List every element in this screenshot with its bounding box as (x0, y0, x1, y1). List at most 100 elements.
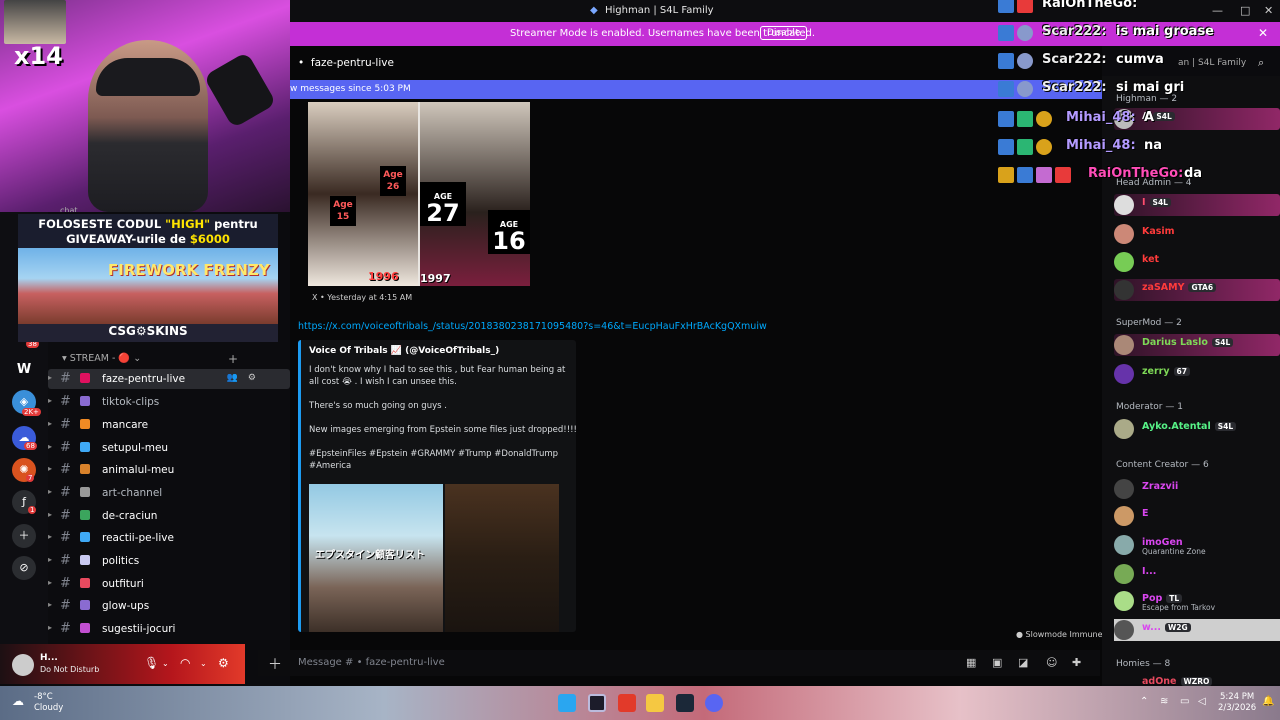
discover-icon[interactable]: ⊘ (12, 556, 36, 580)
overlay-user: Scar222: (1042, 80, 1107, 95)
steam-icon[interactable] (676, 694, 694, 712)
member-name: Darius Laslo S4L (1142, 337, 1234, 348)
settings-gear-icon[interactable]: ⚙ (218, 656, 229, 670)
notification-icon[interactable]: 🔔 (1262, 696, 1274, 707)
webcam-overlay: x14 chat (0, 0, 290, 212)
emoji-icon[interactable]: ☺ (1046, 656, 1057, 669)
streamer-avatar (4, 0, 66, 44)
overlay-message: cumva (1116, 52, 1164, 67)
wifi-icon[interactable]: ≋ (1160, 696, 1168, 707)
mic-chevron-icon[interactable]: ⌄ (162, 659, 169, 668)
member-item[interactable]: adOne WZRO (1114, 676, 1280, 686)
avatar (1114, 419, 1134, 439)
embed-image-1[interactable]: Age 15 Age 26 AGE 27 AGE 16 1996 1997 (308, 102, 530, 286)
new-messages-bar[interactable]: w messages since 5:03 PM (290, 80, 1120, 99)
channel-emoji-icon (80, 555, 90, 565)
channel-label: reactii-pe-live (102, 532, 174, 544)
headphones-icon[interactable]: ◠ (180, 656, 190, 670)
overlay-user: RaiOnTheGo: (1088, 166, 1184, 181)
avatar (1114, 479, 1134, 499)
member-item[interactable]: Ayko.Atental S4L (1114, 418, 1280, 440)
disable-streamer-mode-button[interactable]: Disable (760, 26, 808, 40)
attach-plus-icon[interactable]: ＋ (268, 654, 282, 674)
channel-item[interactable]: ▸ # art-channel (48, 483, 290, 503)
task-view-icon[interactable] (588, 694, 606, 712)
tray-chevron-icon[interactable]: ⌃ (1140, 696, 1148, 707)
clock-time: 5:24 PM (1219, 692, 1255, 702)
overlay-message: na (1144, 138, 1163, 153)
member-name: I S4L (1142, 197, 1171, 208)
member-item[interactable]: Kasim (1114, 223, 1280, 245)
clock[interactable]: 5:24 PM 2/3/2026 (1218, 692, 1256, 714)
member-status: Escape from Tarkov (1142, 603, 1216, 612)
member-item[interactable]: w... W2G (1114, 619, 1280, 641)
microphone-icon[interactable]: 🎙 (144, 656, 159, 670)
member-name: E (1142, 508, 1149, 519)
game-title: FIREWORK FRENZY (108, 261, 270, 279)
overlay-user: Mihai_48: (1066, 138, 1136, 153)
discord-icon[interactable] (705, 694, 723, 712)
channel-item[interactable]: ▸ # tiktok-clips (48, 392, 290, 412)
brave-browser-icon[interactable] (618, 694, 636, 712)
weather-temp: -8°C (34, 692, 53, 702)
channel-name: faze-pentru-live (310, 57, 394, 69)
invite-icon[interactable]: 👥 (227, 373, 238, 383)
member-item[interactable]: Darius Laslo S4L (1114, 334, 1280, 356)
server-icon-w[interactable]: W (12, 358, 36, 382)
overlay-chat-line: Scar222: is mai groase (998, 22, 1280, 44)
weather-condition: Cloudy (34, 703, 64, 713)
channel-item[interactable]: ▸ # mancare (48, 415, 290, 435)
image-caption: エプスタイン顧客リスト (315, 550, 425, 561)
promo-overlay: FOLOSESTE CODUL "HIGH" pentru GIVEAWAY-u… (18, 214, 278, 342)
message-composer[interactable]: ＋ Message # • faze-pentru-live ▦ ▣ ◪ ☺ ✚ (258, 650, 1100, 676)
channel-item[interactable]: ▸ # outfituri (48, 574, 290, 594)
channel-item[interactable]: ▸ # de-craciun (48, 506, 290, 526)
multiplier-badge: x14 (14, 42, 63, 70)
file-explorer-icon[interactable] (646, 694, 664, 712)
new-messages-text: w messages since 5:03 PM (290, 84, 411, 94)
settings-gear-icon[interactable]: ⚙ (248, 373, 256, 383)
channel-item[interactable]: ▸ # sugestii-jocuri (48, 619, 290, 639)
apps-icon[interactable]: ✚ (1072, 656, 1081, 669)
add-channel-icon[interactable]: + (228, 352, 238, 366)
avatar (1114, 280, 1134, 300)
headphones-chevron-icon[interactable]: ⌄ (200, 659, 207, 668)
channel-item[interactable]: ▸ # setupul-meu (48, 438, 290, 458)
member-item[interactable]: ket (1114, 251, 1280, 273)
embed-author[interactable]: Voice Of Tribals 📈 (@VoiceOfTribals_) (309, 346, 499, 356)
member-item[interactable]: zerry 67 (1114, 363, 1280, 385)
member-name: zerry 67 (1142, 366, 1190, 377)
overlay-chat-line: RaiOnTheGo: da (998, 164, 1280, 186)
volume-icon[interactable]: ◁ (1198, 696, 1206, 707)
user-status: Do Not Disturb (40, 665, 100, 674)
sticker-icon[interactable]: ◪ (1018, 656, 1028, 669)
add-server-icon[interactable]: ＋ (12, 524, 36, 548)
channel-item[interactable]: ▸ # faze-pentru-live 👥 ⚙ (48, 369, 290, 389)
overlay-badges (998, 111, 1055, 127)
channel-item[interactable]: ▸ # glow-ups (48, 596, 290, 616)
gif-icon[interactable]: ▣ (992, 656, 1002, 669)
gift-icon[interactable]: ▦ (966, 656, 976, 669)
member-name: Zrazvii (1142, 481, 1179, 492)
channel-item[interactable]: ▸ # politics (48, 551, 290, 571)
embed-footer: X • Yesterday at 4:15 AM (312, 293, 413, 302)
member-item[interactable]: I S4L (1114, 194, 1280, 216)
member-item[interactable]: zaSAMY GTA6 (1114, 279, 1280, 301)
hash-icon: # (60, 462, 71, 477)
channel-item[interactable]: ▸ # animalul-meu (48, 460, 290, 480)
embed-image-3[interactable] (445, 484, 559, 632)
member-item[interactable]: Pop TL Escape from Tarkov (1114, 590, 1280, 612)
overlay-badges (998, 167, 1074, 183)
member-item[interactable]: E (1114, 505, 1280, 527)
channel-item[interactable]: ▸ # reactii-pe-live (48, 528, 290, 548)
tweet-link[interactable]: https://x.com/voiceoftribals_/status/201… (298, 321, 767, 332)
battery-icon[interactable]: ▭ (1180, 696, 1189, 707)
category-header[interactable]: ▾ STREAM - 🔴 ⌄ (62, 353, 141, 364)
embed-image-2[interactable]: エプスタイン顧客リスト (309, 484, 443, 632)
member-item[interactable]: imoGen Quarantine Zone (1114, 534, 1280, 556)
user-avatar[interactable] (12, 654, 34, 676)
message-input[interactable]: Message # • faze-pentru-live (298, 657, 445, 668)
member-item[interactable]: I... (1114, 563, 1280, 585)
member-item[interactable]: Zrazvii (1114, 478, 1280, 500)
start-icon[interactable] (558, 694, 576, 712)
